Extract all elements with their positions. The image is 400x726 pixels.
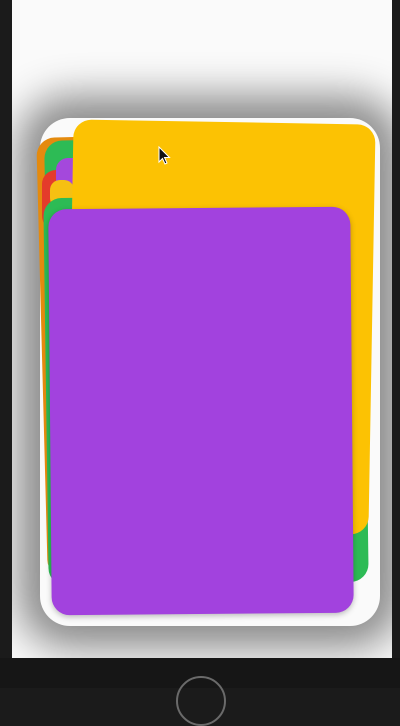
home-button-icon[interactable] [176, 676, 226, 726]
card-purple-front[interactable] [48, 206, 354, 616]
app-screen [12, 0, 392, 658]
device-frame [0, 0, 400, 726]
mouse-pointer-icon [158, 146, 171, 165]
